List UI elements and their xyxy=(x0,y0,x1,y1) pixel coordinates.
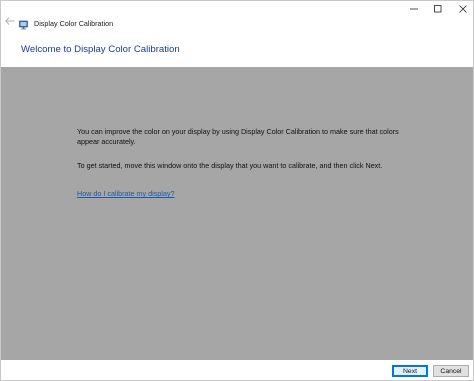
calibration-window: Display Color Calibration Welcome to Dis… xyxy=(0,0,474,381)
content-area: You can improve the color on your displa… xyxy=(1,67,473,360)
instruction-paragraph: To get started, move this window onto th… xyxy=(77,161,383,170)
display-calibration-app-icon xyxy=(19,17,29,30)
page-title: Welcome to Display Color Calibration xyxy=(21,44,180,55)
cancel-button[interactable]: Cancel xyxy=(433,365,469,377)
footer-bar: Next Cancel xyxy=(1,360,473,380)
next-button[interactable]: Next xyxy=(392,365,428,377)
intro-paragraph: You can improve the color on your displa… xyxy=(77,127,399,146)
title-bar[interactable]: Display Color Calibration xyxy=(1,1,473,33)
help-link[interactable]: How do I calibrate my display? xyxy=(77,189,174,198)
close-icon[interactable] xyxy=(448,1,473,17)
window-title: Display Color Calibration xyxy=(34,19,114,28)
back-arrow-icon[interactable] xyxy=(3,14,17,28)
